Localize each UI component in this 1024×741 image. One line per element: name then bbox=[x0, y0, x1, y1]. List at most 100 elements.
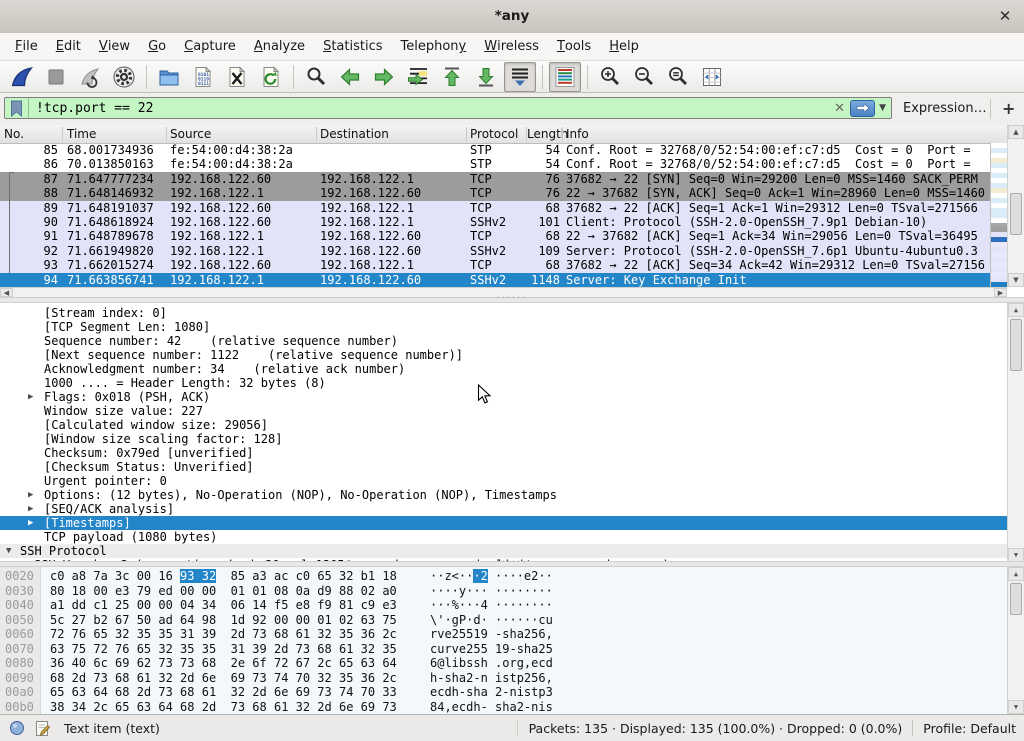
hex-row[interactable]: 0040a1 dd c1 25 00 00 04 34 06 14 f5 e8 … bbox=[0, 598, 1008, 613]
detail-row[interactable]: [TCP Segment Len: 1080] bbox=[0, 320, 1008, 334]
toolbar-save-file-button[interactable]: 010101100111 bbox=[187, 62, 219, 92]
column-separator[interactable] bbox=[316, 127, 317, 141]
hex-row[interactable]: 00a065 63 64 68 2d 73 68 61 32 2d 6e 69 … bbox=[0, 685, 1008, 700]
toolbar-resize-columns-button[interactable] bbox=[696, 62, 728, 92]
detail-row[interactable]: Checksum: 0x79ed [unverified] bbox=[0, 446, 1008, 460]
toolbar-restart-capture-button[interactable] bbox=[74, 62, 106, 92]
toolbar-first-packet-button[interactable] bbox=[436, 62, 468, 92]
toolbar-go-back-button[interactable] bbox=[334, 62, 366, 92]
profile-selector[interactable]: Profile: Default bbox=[923, 721, 1016, 736]
packet-row[interactable]: 9171.648789678192.168.122.1192.168.122.6… bbox=[0, 229, 990, 243]
expander-closed-icon[interactable]: ▶ bbox=[28, 390, 33, 404]
toolbar-find-packet-button[interactable] bbox=[300, 62, 332, 92]
detail-row[interactable]: [Calculated window size: 29056] bbox=[0, 418, 1008, 432]
menu-statistics[interactable]: Statistics bbox=[314, 33, 391, 60]
bytes-vscrollbar[interactable]: ▲▼ bbox=[1007, 567, 1024, 714]
detail-row[interactable]: [Checksum Status: Unverified] bbox=[0, 460, 1008, 474]
apply-filter-button[interactable] bbox=[850, 100, 875, 117]
detail-row[interactable]: Urgent pointer: 0 bbox=[0, 474, 1008, 488]
expander-closed-icon[interactable]: ▶ bbox=[28, 488, 33, 502]
menu-help[interactable]: Help bbox=[600, 33, 648, 60]
toolbar-go-to-packet-button[interactable] bbox=[402, 62, 434, 92]
column-header-source[interactable]: Source bbox=[170, 127, 211, 141]
expression-button[interactable]: Expression… bbox=[903, 93, 987, 124]
column-header-info[interactable]: Info bbox=[566, 127, 589, 141]
scroll-left-arrow[interactable]: ◀ bbox=[0, 288, 13, 297]
detail-row[interactable]: [Window size scaling factor: 128] bbox=[0, 432, 1008, 446]
detail-row[interactable]: 1000 .... = Header Length: 32 bytes (8) bbox=[0, 376, 1008, 390]
toolbar-close-file-button[interactable] bbox=[221, 62, 253, 92]
column-separator[interactable] bbox=[562, 127, 563, 141]
detail-row[interactable]: ▼SSH Protocol bbox=[0, 544, 1008, 558]
packet-row[interactable]: 8871.648146932192.168.122.1192.168.122.6… bbox=[0, 186, 990, 200]
packet-row[interactable]: 8771.647777234192.168.122.60192.168.122.… bbox=[0, 172, 990, 186]
packet-row[interactable]: 9371.662015274192.168.122.60192.168.122.… bbox=[0, 258, 990, 272]
column-header-destination[interactable]: Destination bbox=[320, 127, 389, 141]
detail-row[interactable]: [Stream index: 0] bbox=[0, 306, 1008, 320]
packet-list-vscrollbar[interactable]: ▲▼ bbox=[1007, 125, 1024, 287]
toolbar-open-file-button[interactable] bbox=[153, 62, 185, 92]
packet-row[interactable]: 8670.013850163fe:54:00:d4:38:2aSTP54Conf… bbox=[0, 157, 990, 171]
packet-row[interactable]: 8568.001734936fe:54:00:d4:38:2aSTP54Conf… bbox=[0, 143, 990, 157]
toolbar-zoom-in-button[interactable] bbox=[594, 62, 626, 92]
menu-go[interactable]: Go bbox=[139, 33, 175, 60]
scroll-thumb[interactable] bbox=[1010, 193, 1022, 235]
menu-view[interactable]: View bbox=[90, 33, 139, 60]
detail-row[interactable]: Acknowledgment number: 34 (relative ack … bbox=[0, 362, 1008, 376]
detail-row[interactable]: ▶Flags: 0x018 (PSH, ACK) bbox=[0, 390, 1008, 404]
scroll-thumb[interactable] bbox=[1010, 583, 1022, 615]
expander-closed-icon[interactable]: ▶ bbox=[28, 516, 33, 530]
menu-analyze[interactable]: Analyze bbox=[245, 33, 314, 60]
detail-row[interactable]: Window size value: 227 bbox=[0, 404, 1008, 418]
column-header-no[interactable]: No. bbox=[4, 127, 24, 141]
scroll-up-arrow[interactable]: ▲ bbox=[1008, 567, 1024, 581]
detail-row[interactable]: [Next sequence number: 1122 (relative se… bbox=[0, 348, 1008, 362]
detail-row[interactable]: Sequence number: 42 (relative sequence n… bbox=[0, 334, 1008, 348]
hex-row[interactable]: 009068 2d 73 68 61 32 2d 6e 69 73 74 70 … bbox=[0, 671, 1008, 686]
scroll-right-arrow[interactable]: ▶ bbox=[994, 288, 1007, 297]
column-header-time[interactable]: Time bbox=[67, 127, 96, 141]
scroll-down-arrow[interactable]: ▼ bbox=[1008, 273, 1024, 287]
toolbar-zoom-out-button[interactable] bbox=[628, 62, 660, 92]
menu-tools[interactable]: Tools bbox=[548, 33, 600, 60]
close-button[interactable]: ✕ bbox=[996, 7, 1014, 25]
menu-capture[interactable]: Capture bbox=[175, 33, 245, 60]
toolbar-auto-scroll-button[interactable] bbox=[504, 62, 536, 92]
toolbar-colorize-button[interactable] bbox=[549, 62, 581, 92]
hex-row[interactable]: 0020c0 a8 7a 3c 00 16 93 32 85 a3 ac c0 … bbox=[0, 569, 1008, 584]
menu-file[interactable]: File bbox=[6, 33, 47, 60]
scroll-down-arrow[interactable]: ▼ bbox=[1008, 700, 1024, 714]
detail-row[interactable]: ▶[SEQ/ACK analysis] bbox=[0, 502, 1008, 516]
expander-open-icon[interactable]: ▼ bbox=[6, 544, 11, 558]
packet-row[interactable]: 9071.648618924192.168.122.60192.168.122.… bbox=[0, 215, 990, 229]
column-separator[interactable] bbox=[466, 127, 467, 141]
hex-row[interactable]: 008036 40 6c 69 62 73 73 68 2e 6f 72 67 … bbox=[0, 656, 1008, 671]
column-separator[interactable] bbox=[526, 127, 527, 141]
hex-row[interactable]: 007063 75 72 76 65 32 35 35 31 39 2d 73 … bbox=[0, 642, 1008, 657]
packet-row[interactable]: 9271.661949820192.168.122.1192.168.122.6… bbox=[0, 244, 990, 258]
toolbar-start-capture-button[interactable] bbox=[6, 62, 38, 92]
packet-row[interactable]: 9471.663856741192.168.122.1192.168.122.6… bbox=[0, 273, 990, 287]
column-separator[interactable] bbox=[62, 127, 63, 141]
detail-row[interactable]: ▶[Timestamps] bbox=[0, 516, 1008, 530]
clear-filter-icon[interactable]: ✕ bbox=[834, 101, 845, 116]
hex-row[interactable]: 00505c 27 b2 67 50 ad 64 98 1d 92 00 00 … bbox=[0, 613, 1008, 628]
packet-row[interactable]: 8971.648191037192.168.122.60192.168.122.… bbox=[0, 201, 990, 215]
intelligent-scrollbar-minimap[interactable] bbox=[990, 143, 1008, 287]
toolbar-reload-file-button[interactable] bbox=[255, 62, 287, 92]
toolbar-go-forward-button[interactable] bbox=[368, 62, 400, 92]
column-header-protocol[interactable]: Protocol bbox=[470, 127, 518, 141]
capture-comment-icon[interactable] bbox=[34, 720, 51, 737]
menu-wireless[interactable]: Wireless bbox=[475, 33, 548, 60]
hex-row[interactable]: 006072 76 65 32 35 35 31 39 2d 73 68 61 … bbox=[0, 627, 1008, 642]
bookmark-icon[interactable] bbox=[10, 100, 23, 117]
menu-telephony[interactable]: Telephony bbox=[392, 33, 476, 60]
expert-info-icon[interactable] bbox=[9, 720, 25, 736]
hex-row[interactable]: 00b038 34 2c 65 63 64 68 2d 73 68 61 32 … bbox=[0, 700, 1008, 715]
toolbar-last-packet-button[interactable] bbox=[470, 62, 502, 92]
scroll-up-arrow[interactable]: ▲ bbox=[1008, 125, 1024, 139]
scroll-thumb[interactable] bbox=[1010, 319, 1022, 371]
menu-edit[interactable]: Edit bbox=[47, 33, 90, 60]
toolbar-zoom-original-button[interactable] bbox=[662, 62, 694, 92]
filter-input[interactable]: !tcp.port == 22 ✕ ▼ bbox=[4, 97, 892, 119]
